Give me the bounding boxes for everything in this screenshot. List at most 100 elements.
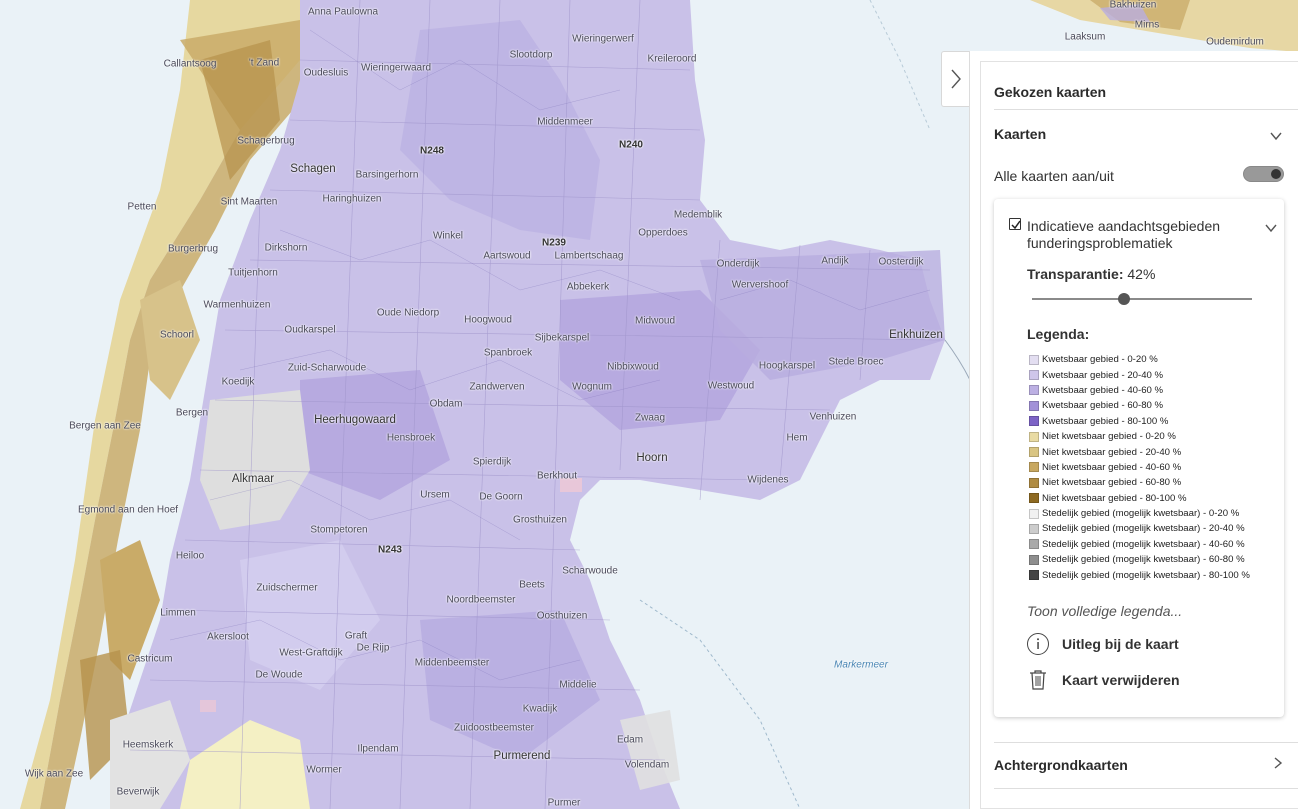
legend-swatch [1029, 477, 1039, 488]
legend-label: Stedelijk gebied (mogelijk kwetsbaar) - … [1042, 538, 1245, 550]
map-place-label: Oudemirdum [1206, 36, 1264, 48]
collapse-panel-button[interactable] [941, 51, 969, 107]
layer-card: Indicatieve aandachtsgebieden funderings… [994, 199, 1284, 717]
map-place-label: Berkhout [536, 470, 578, 482]
map-place-label: Wormer [306, 764, 342, 776]
legend-label: Kwetsbaar gebied - 0-20 % [1042, 354, 1158, 366]
map-place-label: Wieringerwaard [360, 62, 432, 74]
map-place-label: Winkel [432, 230, 464, 242]
map-place-label: Oudesluis [303, 67, 349, 79]
remove-map-button[interactable]: Kaart verwijderen [1026, 668, 1180, 692]
legend-label: Niet kwetsbaar gebied - 0-20 % [1042, 431, 1176, 443]
transparency-value: 42% [1127, 266, 1156, 282]
map-place-label: Wijdenes [747, 474, 789, 486]
legend-item: Kwetsbaar gebied - 40-60 % [1029, 383, 1250, 398]
legend-item: Stedelijk gebied (mogelijk kwetsbaar) - … [1029, 552, 1250, 567]
map-place-label: Bergen [175, 407, 209, 419]
legend-swatch [1029, 400, 1039, 411]
map-place-label: Tuitjenhorn [228, 267, 278, 279]
map-place-label: Barsingerhorn [355, 169, 419, 181]
map-place-label: Schoorl [160, 329, 194, 341]
transparency-label-text: Transparantie: [1027, 266, 1124, 282]
map-place-label: Purmerend [493, 750, 551, 762]
map-place-label: N239 [542, 237, 566, 249]
map-place-label: Enkhuizen [889, 329, 943, 341]
chevron-down-icon[interactable] [1264, 221, 1278, 235]
chevron-right-icon [950, 69, 961, 89]
legend-label: Kwetsbaar gebied - 40-60 % [1042, 384, 1164, 396]
legend-label: Niet kwetsbaar gebied - 40-60 % [1042, 461, 1182, 473]
map-place-label: Bakhuizen [1109, 0, 1157, 11]
map-place-label: Medemblik [673, 209, 723, 221]
all-maps-toggle-label: Alle kaarten aan/uit [994, 168, 1114, 184]
map-place-label: Oudkarspel [284, 324, 336, 336]
map-place-label: Middenbeemster [414, 657, 490, 669]
map-place-label: Ursem [420, 489, 450, 501]
map-place-label: N243 [378, 544, 402, 556]
legend-label: Stedelijk gebied (mogelijk kwetsbaar) - … [1042, 508, 1240, 520]
divider [994, 109, 1298, 110]
map-place-label: Akersloot [207, 631, 249, 643]
legend-swatch [1029, 370, 1039, 381]
all-maps-toggle[interactable] [1243, 166, 1284, 182]
map-place-label: De Woude [255, 669, 303, 681]
legend-swatch [1029, 416, 1039, 427]
show-full-legend-link[interactable]: Toon volledige legenda... [1027, 603, 1182, 619]
map-place-label: Oude Niedorp [376, 307, 440, 319]
map-place-label: Volendam [624, 759, 670, 771]
map-place-label: Hem [786, 432, 808, 444]
legend-item: Niet kwetsbaar gebied - 0-20 % [1029, 429, 1250, 444]
map-place-label: Andijk [821, 255, 849, 267]
map-place-label: Westwoud [707, 380, 755, 392]
map-place-label: Limmen [160, 607, 196, 619]
map-place-label: Alkmaar [231, 473, 275, 485]
chevron-right-icon[interactable] [1271, 756, 1285, 770]
map-place-label: Heerhugowaard [314, 414, 396, 426]
legend-item: Kwetsbaar gebied - 80-100 % [1029, 414, 1250, 429]
map-place-label: Zandwerven [469, 381, 525, 393]
map-place-label: De Goorn [479, 491, 523, 503]
legend-swatch [1029, 431, 1039, 442]
map-place-label: Aartswoud [483, 250, 531, 262]
map-place-label: Kreileroord [647, 53, 697, 65]
transparency-slider-handle[interactable] [1118, 293, 1131, 305]
legend-label: Stedelijk gebied (mogelijk kwetsbaar) - … [1042, 523, 1245, 535]
map-place-label: Callantsoog [163, 58, 217, 70]
background-maps-title[interactable]: Achtergrondkaarten [994, 757, 1128, 773]
legend-label: Kwetsbaar gebied - 60-80 % [1042, 400, 1164, 412]
legend-swatch [1029, 570, 1039, 581]
map-place-label: Schagen [290, 163, 336, 175]
map-place-label: Zuidschermer [256, 582, 318, 594]
map-place-label: Obdam [429, 398, 463, 410]
map-place-label: Beverwijk [116, 786, 160, 798]
map-place-label: Heemskerk [122, 739, 174, 751]
map-place-label: Wijk aan Zee [24, 768, 84, 780]
map-place-label: Heiloo [175, 550, 205, 562]
map-place-label: Kwadijk [522, 703, 558, 715]
legend-list: Kwetsbaar gebied - 0-20 % Kwetsbaar gebie… [1029, 352, 1250, 583]
map-place-label: West-Graftdijk [279, 647, 343, 659]
map-place-label: Warmenhuizen [203, 299, 271, 311]
map-place-label: N248 [420, 145, 444, 157]
map-place-label: Nibbixwoud [607, 361, 659, 373]
legend-item: Niet kwetsbaar gebied - 60-80 % [1029, 475, 1250, 490]
map-info-button[interactable]: Uitleg bij de kaart [1026, 632, 1179, 656]
map-place-label: Laaksum [1064, 31, 1106, 43]
legend-swatch [1029, 554, 1039, 565]
map-place-label: Zuidoostbeemster [453, 722, 535, 734]
map-place-label: Venhuizen [809, 411, 857, 423]
map-place-label: Sint Maarten [220, 196, 278, 208]
transparency-slider-track[interactable] [1032, 298, 1252, 300]
map-place-label: Onderdijk [716, 258, 760, 270]
legend-swatch [1029, 508, 1039, 519]
map-place-label: Lambertschaag [554, 250, 624, 262]
legend-item: Niet kwetsbaar gebied - 80-100 % [1029, 491, 1250, 506]
checkmark-icon [1011, 220, 1021, 230]
layer-visibility-checkbox[interactable] [1009, 218, 1021, 230]
chevron-down-icon[interactable] [1269, 129, 1283, 143]
map-place-label: Schagerbrug [237, 135, 295, 147]
map-place-label: Wognum [572, 381, 612, 393]
map-place-label: Middelie [559, 679, 597, 691]
map-place-label: Spierdijk [472, 456, 512, 468]
section-kaarten-title[interactable]: Kaarten [994, 126, 1046, 142]
